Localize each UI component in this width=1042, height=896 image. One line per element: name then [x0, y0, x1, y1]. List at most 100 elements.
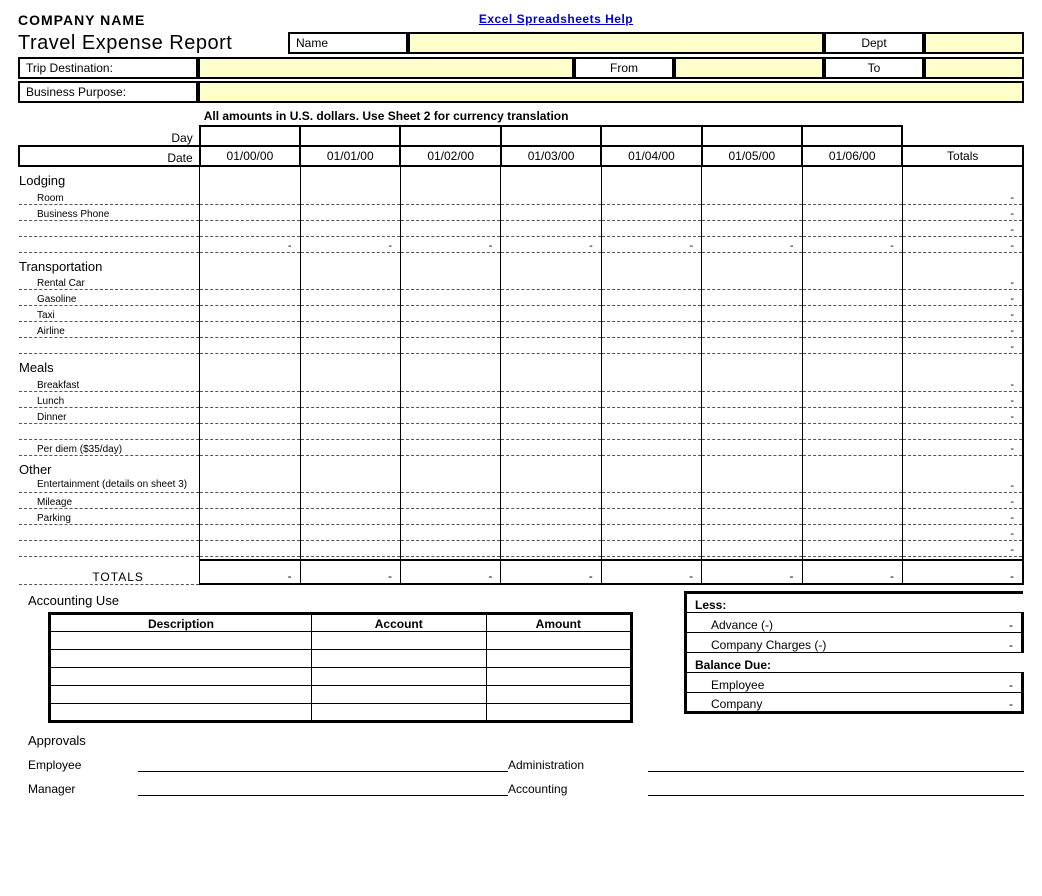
expense-cell[interactable]: [400, 188, 500, 204]
expense-cell[interactable]: [702, 492, 802, 508]
expense-cell[interactable]: [802, 508, 902, 524]
accounting-cell[interactable]: [486, 686, 632, 704]
expense-cell[interactable]: [300, 439, 400, 455]
expense-cell[interactable]: [501, 306, 601, 322]
expense-cell[interactable]: [501, 338, 601, 354]
expense-cell[interactable]: [200, 508, 300, 524]
approval-accounting-line[interactable]: [648, 782, 1024, 796]
expense-cell[interactable]: [200, 274, 300, 290]
accounting-cell[interactable]: [486, 632, 632, 650]
expense-cell[interactable]: [501, 274, 601, 290]
expense-cell[interactable]: [200, 391, 300, 407]
accounting-cell[interactable]: [311, 686, 486, 704]
accounting-cell[interactable]: [50, 632, 312, 650]
accounting-cell[interactable]: [311, 704, 486, 722]
expense-cell[interactable]: [200, 188, 300, 204]
expense-cell[interactable]: [300, 407, 400, 423]
expense-cell[interactable]: [702, 188, 802, 204]
expense-cell[interactable]: [400, 375, 500, 391]
expense-cell[interactable]: [200, 492, 300, 508]
expense-cell[interactable]: [802, 477, 902, 493]
expense-cell[interactable]: [501, 391, 601, 407]
expense-cell[interactable]: [300, 338, 400, 354]
expense-cell[interactable]: [601, 338, 701, 354]
expense-cell[interactable]: [400, 391, 500, 407]
expense-cell[interactable]: [802, 492, 902, 508]
expense-cell[interactable]: [300, 524, 400, 540]
expense-cell[interactable]: [300, 477, 400, 493]
expense-cell[interactable]: [601, 220, 701, 236]
expense-cell[interactable]: [400, 306, 500, 322]
expense-cell[interactable]: [702, 306, 802, 322]
expense-cell[interactable]: [702, 338, 802, 354]
accounting-cell[interactable]: [311, 668, 486, 686]
expense-cell[interactable]: [501, 290, 601, 306]
expense-cell[interactable]: [300, 375, 400, 391]
expense-cell[interactable]: [300, 391, 400, 407]
expense-cell[interactable]: [601, 477, 701, 493]
expense-cell[interactable]: [200, 477, 300, 493]
expense-cell[interactable]: [300, 188, 400, 204]
expense-cell[interactable]: [400, 508, 500, 524]
expense-cell[interactable]: [702, 524, 802, 540]
expense-cell[interactable]: [501, 204, 601, 220]
expense-cell[interactable]: [601, 540, 701, 556]
expense-cell[interactable]: [300, 220, 400, 236]
expense-cell[interactable]: [601, 322, 701, 338]
expense-cell[interactable]: [400, 338, 500, 354]
expense-cell[interactable]: [601, 508, 701, 524]
expense-cell[interactable]: [300, 540, 400, 556]
expense-cell[interactable]: [200, 338, 300, 354]
expense-cell[interactable]: [702, 274, 802, 290]
expense-cell[interactable]: [601, 274, 701, 290]
expense-cell[interactable]: [601, 391, 701, 407]
expense-cell[interactable]: [200, 540, 300, 556]
expense-cell[interactable]: [300, 322, 400, 338]
expense-cell[interactable]: [702, 290, 802, 306]
accounting-cell[interactable]: [486, 650, 632, 668]
expense-cell[interactable]: [501, 220, 601, 236]
dept-input[interactable]: [924, 32, 1024, 54]
expense-cell[interactable]: [501, 477, 601, 493]
expense-cell[interactable]: [601, 204, 701, 220]
expense-cell[interactable]: [802, 306, 902, 322]
expense-cell[interactable]: [400, 220, 500, 236]
expense-cell[interactable]: [501, 492, 601, 508]
expense-cell[interactable]: [802, 338, 902, 354]
expense-cell[interactable]: [802, 407, 902, 423]
expense-cell[interactable]: [702, 407, 802, 423]
accounting-cell[interactable]: [486, 704, 632, 722]
expense-cell[interactable]: [200, 407, 300, 423]
from-input[interactable]: [674, 57, 824, 79]
expense-cell[interactable]: [501, 188, 601, 204]
expense-cell[interactable]: [200, 204, 300, 220]
expense-cell[interactable]: [400, 423, 500, 439]
expense-cell[interactable]: [300, 492, 400, 508]
expense-cell[interactable]: [802, 322, 902, 338]
expense-cell[interactable]: [802, 204, 902, 220]
expense-cell[interactable]: [601, 290, 701, 306]
expense-cell[interactable]: [501, 407, 601, 423]
help-link[interactable]: Excel Spreadsheets Help: [479, 12, 633, 26]
expense-cell[interactable]: [702, 391, 802, 407]
expense-cell[interactable]: [501, 439, 601, 455]
expense-cell[interactable]: [200, 322, 300, 338]
expense-cell[interactable]: [601, 306, 701, 322]
expense-cell[interactable]: [802, 524, 902, 540]
approval-manager-line[interactable]: [138, 782, 508, 796]
expense-cell[interactable]: [702, 375, 802, 391]
expense-cell[interactable]: -: [802, 236, 902, 252]
expense-cell[interactable]: [702, 477, 802, 493]
expense-cell[interactable]: [501, 375, 601, 391]
expense-cell[interactable]: -: [501, 236, 601, 252]
expense-cell[interactable]: -: [400, 236, 500, 252]
expense-cell[interactable]: [702, 322, 802, 338]
expense-cell[interactable]: [300, 306, 400, 322]
expense-cell[interactable]: [702, 508, 802, 524]
expense-cell[interactable]: [400, 407, 500, 423]
expense-cell[interactable]: [400, 524, 500, 540]
expense-cell[interactable]: [400, 274, 500, 290]
expense-cell[interactable]: [601, 439, 701, 455]
expense-cell[interactable]: [802, 540, 902, 556]
expense-cell[interactable]: [200, 423, 300, 439]
